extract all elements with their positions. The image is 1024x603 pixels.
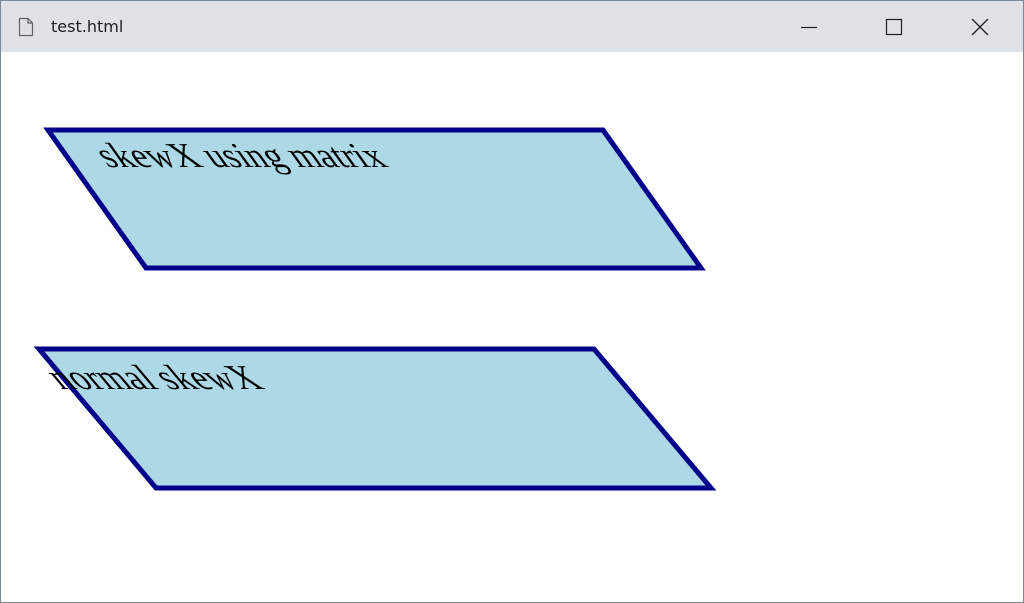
skew-matrix-label: skewX using matrix	[86, 137, 396, 175]
browser-window: test.html skewX using matrix normal skew…	[0, 0, 1024, 603]
title-bar[interactable]: test.html	[1, 1, 1023, 52]
skew-matrix-shape: skewX using matrix	[43, 127, 706, 271]
close-icon	[971, 18, 989, 36]
minimize-button[interactable]	[786, 5, 832, 49]
normal-skew-shape: normal skewX	[33, 346, 717, 491]
normal-skew-label: normal skewX	[35, 358, 273, 397]
window-title: test.html	[51, 17, 124, 36]
close-button[interactable]	[957, 5, 1003, 49]
page-content: skewX using matrix normal skewX	[1, 52, 1023, 602]
minimize-icon	[801, 26, 817, 29]
maximize-icon	[885, 18, 903, 36]
svg-canvas: skewX using matrix normal skewX	[33, 127, 717, 491]
file-icon	[18, 17, 34, 37]
maximize-button[interactable]	[871, 5, 917, 49]
